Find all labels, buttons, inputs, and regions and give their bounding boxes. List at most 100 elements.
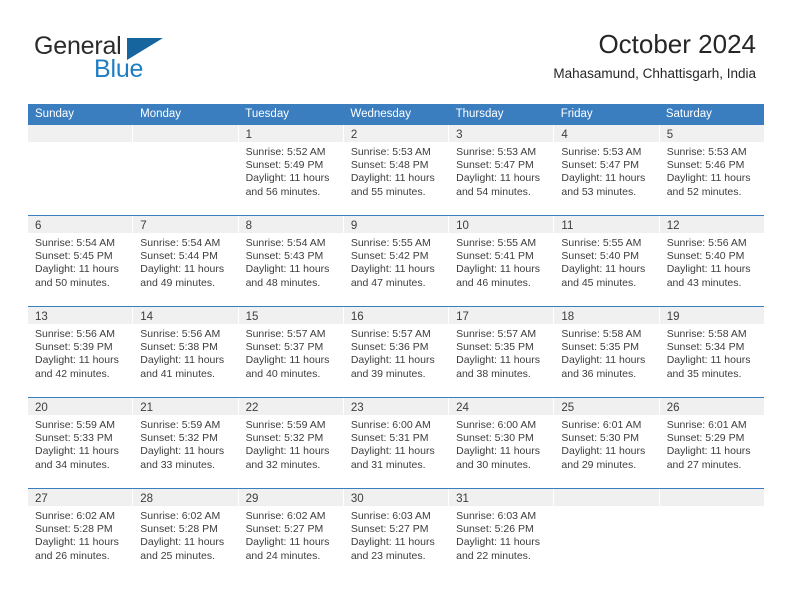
day-number: 13 xyxy=(35,311,48,323)
sunrise-time: Sunrise: 5:54 AM xyxy=(140,237,221,249)
daylight-duration-line1: Daylight: 11 hours xyxy=(35,536,119,549)
day-cell[interactable]: 5 Sunrise: 5:53 AM Sunset: 5:46 PM Daylight… xyxy=(659,125,764,215)
daylight-duration-line2: and 48 minutes. xyxy=(245,276,321,289)
sunrise-time: Sunrise: 5:58 AM xyxy=(561,328,642,340)
day-number-band xyxy=(28,125,133,142)
day-number-band: 2 xyxy=(343,125,449,142)
day-cell[interactable]: 7 Sunrise: 5:54 AM Sunset: 5:44 PM Daylight… xyxy=(133,216,239,306)
day-cell[interactable]: 17 Sunrise: 5:57 AM Sunset: 5:35 PM Dayligh… xyxy=(449,307,555,397)
day-cell[interactable]: 23 Sunrise: 6:00 AM Sunset: 5:31 PM Dayligh… xyxy=(343,398,450,488)
day-cell[interactable]: 29 Sunrise: 6:02 AM Sunset: 5:27 PM Dayligh… xyxy=(238,489,344,579)
day-cell[interactable]: 19 Sunrise: 5:58 AM Sunset: 5:34 PM Dayligh… xyxy=(659,307,764,397)
day-number-band: 17 xyxy=(449,307,554,324)
daylight-duration-line1: Daylight: 11 hours xyxy=(561,263,646,276)
sunrise-time: Sunrise: 5:59 AM xyxy=(245,419,326,431)
daylight-duration-line1: Daylight: 11 hours xyxy=(561,354,646,367)
sunrise-time: Sunrise: 5:56 AM xyxy=(140,328,221,340)
weekday-header-row: Sunday Monday Tuesday Wednesday Thursday Frid… xyxy=(28,104,764,125)
daylight-duration-line1: Daylight: 11 hours xyxy=(140,536,225,549)
sunrise-time: Sunrise: 5:57 AM xyxy=(350,328,431,340)
day-cell[interactable]: 14 Sunrise: 5:56 AM Sunset: 5:38 PM Dayligh… xyxy=(133,307,239,397)
day-number-band: 24 xyxy=(449,398,554,415)
daylight-duration-line2: and 54 minutes. xyxy=(456,185,531,198)
day-number: 26 xyxy=(666,402,680,414)
calendar-week-row: 20 Sunrise: 5:59 AM Sunset: 5:33 PM Dayligh… xyxy=(28,397,764,488)
daylight-duration-line1: Daylight: 11 hours xyxy=(666,445,751,458)
sunset-time: Sunset: 5:28 PM xyxy=(35,523,113,536)
day-number-band: 13 xyxy=(28,307,133,324)
day-cell[interactable]: 18 Sunrise: 5:58 AM Sunset: 5:35 PM Dayligh… xyxy=(554,307,660,397)
day-number: 11 xyxy=(561,220,574,232)
daylight-duration-line1: Daylight: 11 hours xyxy=(561,445,646,458)
daylight-duration-line2: and 53 minutes. xyxy=(561,185,637,198)
sunset-time: Sunset: 5:41 PM xyxy=(456,250,534,263)
daylight-duration-line2: and 49 minutes. xyxy=(140,276,215,289)
day-cell[interactable]: 11 Sunrise: 5:55 AM Sunset: 5:40 PM Dayligh… xyxy=(554,216,660,306)
day-number: 4 xyxy=(561,129,568,141)
daylight-duration-line2: and 24 minutes. xyxy=(245,549,321,562)
day-number: 19 xyxy=(666,311,680,323)
day-cell[interactable]: 21 Sunrise: 5:59 AM Sunset: 5:32 PM Dayligh… xyxy=(133,398,239,488)
calendar-week-row: 27 Sunrise: 6:02 AM Sunset: 5:28 PM Dayligh… xyxy=(28,488,764,579)
daylight-duration-line1: Daylight: 11 hours xyxy=(456,536,540,549)
sunrise-time: Sunrise: 5:57 AM xyxy=(245,328,326,340)
day-cell[interactable]: 30 Sunrise: 6:03 AM Sunset: 5:27 PM Dayligh… xyxy=(343,489,450,579)
weekday-header-saturday: Saturday xyxy=(665,108,712,120)
sunset-time: Sunset: 5:43 PM xyxy=(245,250,324,263)
daylight-duration-line2: and 22 minutes. xyxy=(456,549,531,562)
day-cell[interactable]: 13 Sunrise: 5:56 AM Sunset: 5:39 PM Dayligh… xyxy=(28,307,134,397)
day-cell[interactable]: 10 Sunrise: 5:55 AM Sunset: 5:41 PM Dayligh… xyxy=(449,216,555,306)
sunrise-time: Sunrise: 5:55 AM xyxy=(350,237,431,249)
day-cell[interactable]: 12 Sunrise: 5:56 AM Sunset: 5:40 PM Dayligh… xyxy=(659,216,764,306)
day-cell[interactable]: 9 Sunrise: 5:55 AM Sunset: 5:42 PM Daylight… xyxy=(343,216,450,306)
day-number: 23 xyxy=(350,402,364,414)
daylight-duration-line1: Daylight: 11 hours xyxy=(666,263,751,276)
sunrise-time: Sunrise: 6:03 AM xyxy=(350,510,431,522)
day-number-band: 7 xyxy=(133,216,238,233)
day-number-band: 5 xyxy=(659,125,764,142)
day-details: Sunrise: 5:57 AM Sunset: 5:35 PM Daylight:… xyxy=(449,324,553,381)
day-cell[interactable]: 27 Sunrise: 6:02 AM Sunset: 5:28 PM Dayligh… xyxy=(28,489,134,579)
day-cell[interactable]: 26 Sunrise: 6:01 AM Sunset: 5:29 PM Dayligh… xyxy=(659,398,764,488)
calendar-weeks: 1 Sunrise: 5:52 AM Sunset: 5:49 PM Daylight… xyxy=(28,125,764,579)
day-cell[interactable]: 3 Sunrise: 5:53 AM Sunset: 5:47 PM Daylight… xyxy=(449,125,555,215)
day-details: Sunrise: 6:03 AM Sunset: 5:27 PM Daylight:… xyxy=(344,506,448,563)
day-cell[interactable]: 24 Sunrise: 6:00 AM Sunset: 5:30 PM Dayligh… xyxy=(449,398,555,488)
daylight-duration-line2: and 31 minutes. xyxy=(350,458,426,471)
day-number-band: 12 xyxy=(659,216,764,233)
day-cell[interactable]: 8 Sunrise: 5:54 AM Sunset: 5:43 PM Daylight… xyxy=(238,216,344,306)
day-details: Sunrise: 5:56 AM Sunset: 5:40 PM Daylight:… xyxy=(660,233,764,290)
day-cell-empty xyxy=(28,125,134,215)
calendar-week-row: 1 Sunrise: 5:52 AM Sunset: 5:49 PM Daylight… xyxy=(28,125,764,215)
day-cell[interactable]: 31 Sunrise: 6:03 AM Sunset: 5:26 PM Dayligh… xyxy=(449,489,555,579)
general-blue-logo[interactable]: General Blue xyxy=(34,32,214,90)
day-details: Sunrise: 6:00 AM Sunset: 5:30 PM Daylight:… xyxy=(449,415,553,472)
day-number: 5 xyxy=(666,129,674,141)
day-cell[interactable]: 20 Sunrise: 5:59 AM Sunset: 5:33 PM Dayligh… xyxy=(28,398,134,488)
day-cell[interactable]: 15 Sunrise: 5:57 AM Sunset: 5:37 PM Dayligh… xyxy=(238,307,344,397)
daylight-duration-line2: and 32 minutes. xyxy=(245,458,321,471)
sunset-time: Sunset: 5:29 PM xyxy=(666,432,745,445)
daylight-duration-line2: and 55 minutes. xyxy=(350,185,426,198)
day-number-band: 9 xyxy=(343,216,449,233)
weekday-header-tuesday: Tuesday xyxy=(245,108,289,120)
day-cell[interactable]: 1 Sunrise: 5:52 AM Sunset: 5:49 PM Daylight… xyxy=(238,125,344,215)
day-number: 6 xyxy=(35,220,42,232)
day-details: Sunrise: 5:57 AM Sunset: 5:37 PM Daylight:… xyxy=(239,324,343,381)
daylight-duration-line1: Daylight: 11 hours xyxy=(140,354,225,367)
day-number-band: 3 xyxy=(449,125,554,142)
daylight-duration-line2: and 46 minutes. xyxy=(456,276,531,289)
day-details: Sunrise: 6:01 AM Sunset: 5:29 PM Daylight:… xyxy=(660,415,764,472)
daylight-duration-line2: and 35 minutes. xyxy=(666,367,742,380)
day-details: Sunrise: 5:57 AM Sunset: 5:36 PM Daylight:… xyxy=(344,324,448,381)
day-cell[interactable]: 16 Sunrise: 5:57 AM Sunset: 5:36 PM Dayligh… xyxy=(343,307,450,397)
day-cell[interactable]: 28 Sunrise: 6:02 AM Sunset: 5:28 PM Dayligh… xyxy=(133,489,239,579)
day-cell[interactable]: 4 Sunrise: 5:53 AM Sunset: 5:47 PM Daylight… xyxy=(554,125,660,215)
day-cell[interactable]: 22 Sunrise: 5:59 AM Sunset: 5:32 PM Dayligh… xyxy=(238,398,344,488)
day-cell[interactable]: 25 Sunrise: 6:01 AM Sunset: 5:30 PM Dayligh… xyxy=(554,398,660,488)
day-cell[interactable]: 6 Sunrise: 5:54 AM Sunset: 5:45 PM Daylight… xyxy=(28,216,134,306)
day-number-band xyxy=(554,489,659,506)
sunset-time: Sunset: 5:27 PM xyxy=(350,523,429,536)
daylight-duration-line2: and 39 minutes. xyxy=(350,367,426,380)
day-cell[interactable]: 2 Sunrise: 5:53 AM Sunset: 5:48 PM Daylight… xyxy=(343,125,450,215)
